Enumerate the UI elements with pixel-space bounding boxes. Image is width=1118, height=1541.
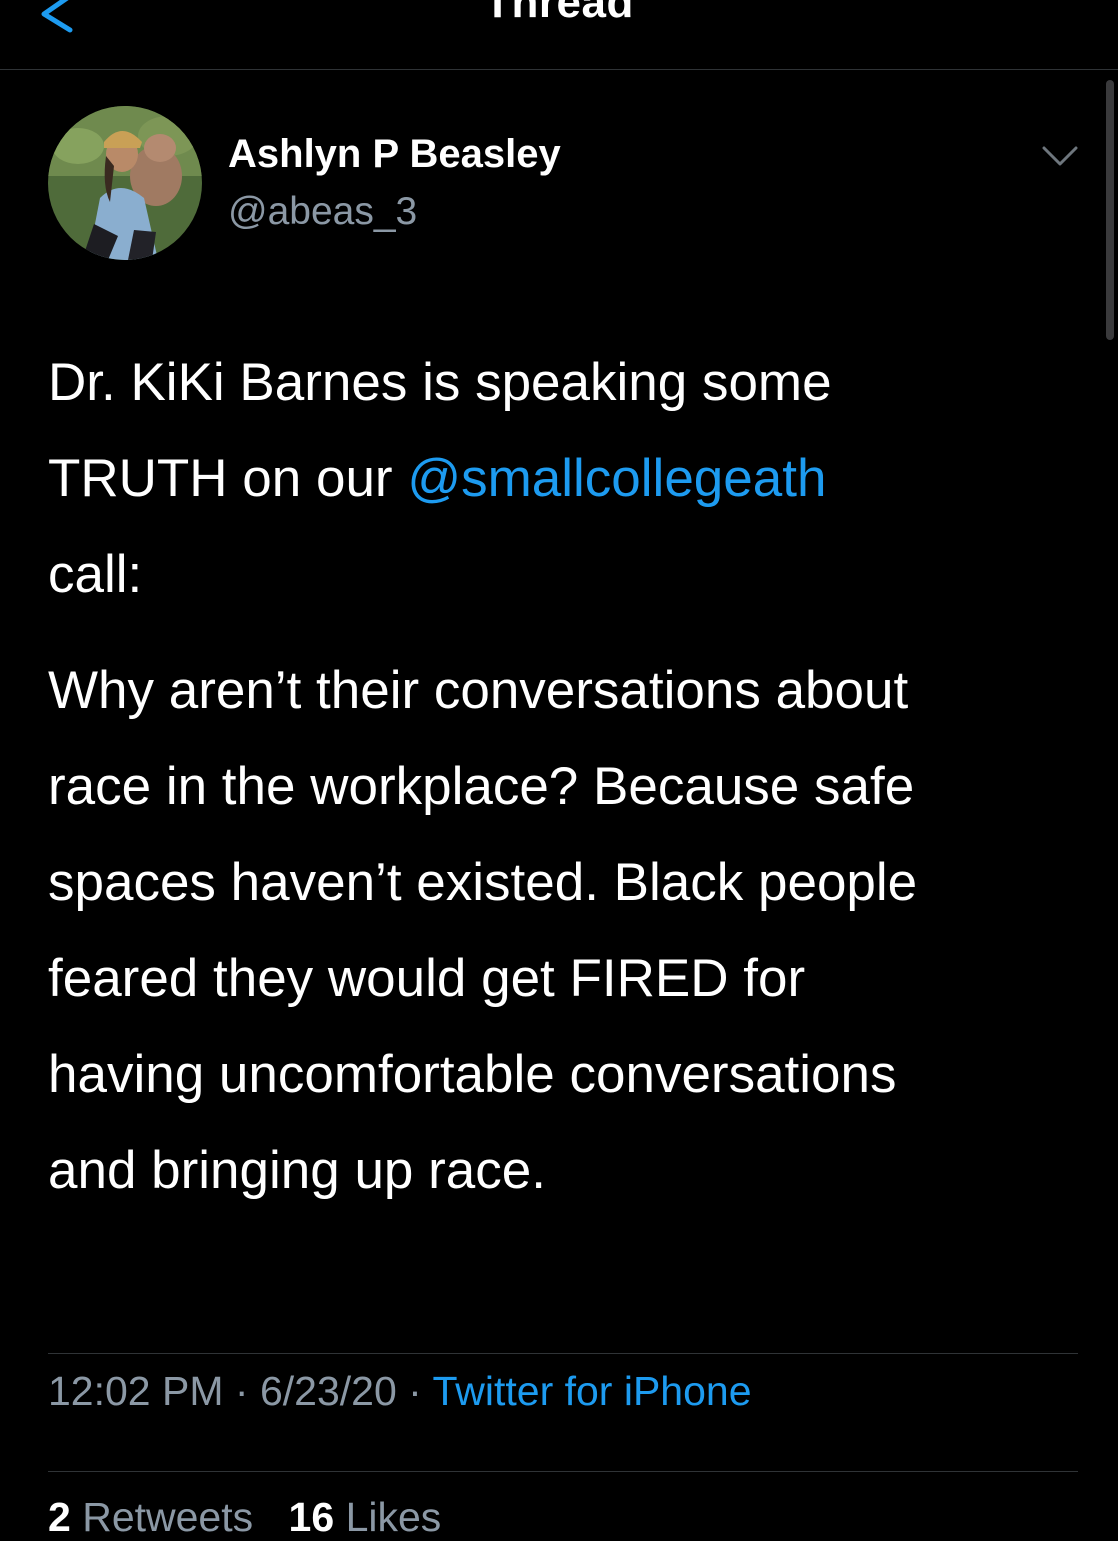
- tweet-date: 6/23/20: [259, 1368, 397, 1414]
- tweet-line: spaces haven’t existed. Black people: [48, 853, 918, 912]
- scrollbar[interactable]: [1106, 80, 1114, 340]
- avatar[interactable]: [48, 106, 202, 260]
- tweet-line: feared they would get FIRED for: [48, 949, 806, 1008]
- tweet-text: Dr. KiKi Barnes is speaking some TRUTH o…: [48, 335, 1078, 1219]
- page-title: Thread: [484, 0, 634, 27]
- likes-label: Likes: [345, 1494, 442, 1540]
- author-name[interactable]: Ashlyn P Beasley: [228, 132, 561, 177]
- mention-link[interactable]: @smallcollegeath: [407, 449, 826, 508]
- tweet-line: Why aren’t their conversations about: [48, 661, 909, 720]
- profile-photo: [48, 106, 202, 260]
- tweet-line: having uncomfortable conversations: [48, 1045, 897, 1104]
- meta-separator: ·: [408, 1368, 422, 1414]
- chevron-down-icon[interactable]: [1042, 144, 1078, 168]
- author-handle[interactable]: @abeas_3: [228, 190, 417, 234]
- tweet-source-link[interactable]: Twitter for iPhone: [432, 1368, 751, 1414]
- tweet-line: call:: [48, 545, 143, 604]
- retweets-count: 2: [48, 1494, 71, 1540]
- tweet-stats: 2 Retweets 16 Likes: [48, 1494, 465, 1541]
- divider: [48, 1353, 1078, 1354]
- nav-bar: Thread: [0, 0, 1118, 70]
- tweet-line: race in the workplace? Because safe: [48, 757, 915, 816]
- tweet-line: Dr. KiKi Barnes is speaking some: [48, 353, 832, 412]
- likes-stat[interactable]: 16 Likes: [289, 1494, 442, 1540]
- divider: [48, 1471, 1078, 1472]
- retweets-label: Retweets: [82, 1494, 254, 1540]
- retweets-stat[interactable]: 2 Retweets: [48, 1494, 253, 1540]
- likes-count: 16: [288, 1494, 335, 1540]
- tweet-meta: 12:02 PM · 6/23/20 · Twitter for iPhone: [48, 1368, 752, 1415]
- meta-separator: ·: [234, 1368, 249, 1414]
- tweet-line: and bringing up race.: [48, 1141, 546, 1200]
- tweet-text-segment: TRUTH on our: [48, 449, 408, 508]
- tweet-time: 12:02 PM: [48, 1368, 224, 1414]
- tweet-line: TRUTH on our @smallcollegeath: [48, 431, 1078, 527]
